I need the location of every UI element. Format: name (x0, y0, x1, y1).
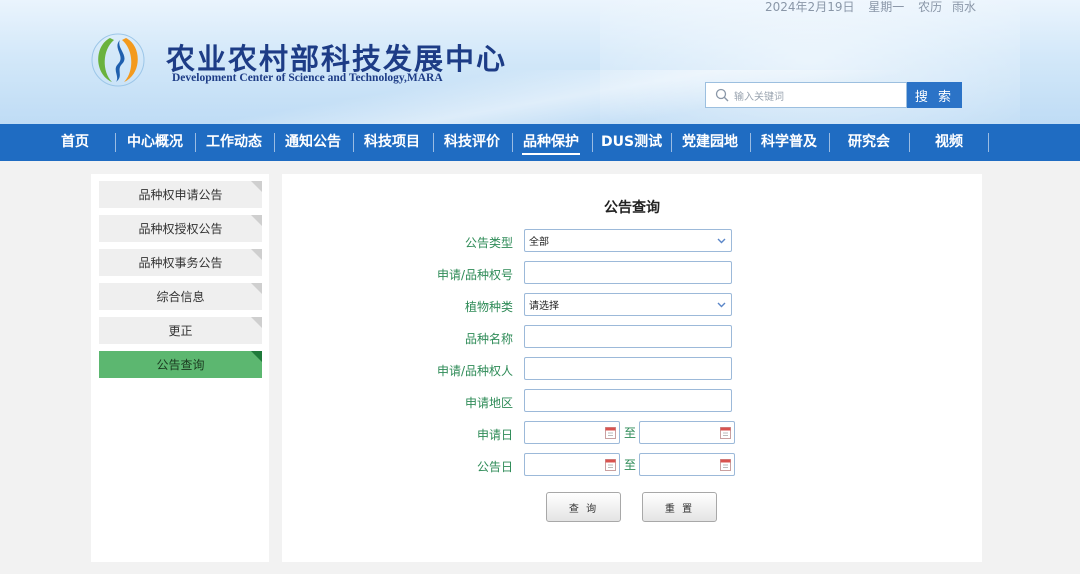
nav-item-evaluation[interactable]: 科技评价 (443, 124, 501, 161)
sidebar-item-affairs-notice[interactable]: 品种权事务公告 (99, 249, 262, 276)
sidebar-item-label: 品种权申请公告 (138, 188, 223, 202)
calendar-icon[interactable] (605, 458, 616, 471)
nav-separator (115, 133, 116, 152)
nav-item-projects[interactable]: 科技项目 (363, 124, 421, 161)
nav-separator (671, 133, 672, 152)
region-label: 申请地区 (464, 396, 513, 410)
nav-item-dus-test[interactable]: DUS测试 (601, 124, 662, 161)
corner-mark (251, 215, 262, 226)
nav-item-variety-protection[interactable]: 品种保护 (522, 124, 580, 161)
nav-separator (195, 133, 196, 152)
query-panel: 公告查询 公告类型 全部 申请/品种权号 植物种类 请选择 品种名称 申请/品种… (282, 174, 982, 562)
nav-item-party-building[interactable]: 党建园地 (681, 124, 739, 161)
sidebar-item-label: 公告查询 (156, 358, 205, 372)
query-button[interactable]: 查 询 (546, 492, 621, 522)
applicant-input[interactable] (524, 357, 732, 380)
applicant-label: 申请/品种权人 (436, 364, 513, 378)
nav-separator (353, 133, 354, 152)
sidebar-item-correction[interactable]: 更正 (99, 317, 262, 344)
nav-item-society[interactable]: 研究会 (840, 124, 898, 161)
sidebar-item-grant-notice[interactable]: 品种权授权公告 (99, 215, 262, 242)
nav-separator (750, 133, 751, 152)
nav-separator (909, 133, 910, 152)
corner-mark (251, 283, 262, 294)
sidebar-item-label: 品种权事务公告 (138, 256, 223, 270)
corner-mark (251, 249, 262, 260)
search-button[interactable]: 搜 索 (907, 82, 962, 108)
sidebar-item-label: 综合信息 (156, 290, 205, 304)
calendar-icon[interactable] (605, 426, 616, 439)
page-title: 公告查询 (604, 200, 660, 216)
notice-type-select[interactable]: 全部 (524, 229, 732, 252)
search-bar: 输入关键词 搜 索 (705, 82, 962, 108)
solar-term-text: 雨水 (951, 0, 976, 14)
nav-separator (433, 133, 434, 152)
publish-date-start[interactable] (524, 453, 620, 476)
site-header: 2024年2月19日 星期一 农历 雨水 农业农村部科技发展中心 Develop… (0, 0, 1080, 124)
chevron-down-icon (717, 238, 726, 244)
sidebar-item-general-info[interactable]: 综合信息 (99, 283, 262, 310)
reset-button[interactable]: 重 置 (642, 492, 717, 522)
nav-item-video[interactable]: 视频 (920, 124, 978, 161)
nav-item-science[interactable]: 科学普及 (760, 124, 818, 161)
apply-date-label: 申请日 (476, 428, 513, 442)
sidebar-item-application-notice[interactable]: 品种权申请公告 (99, 181, 262, 208)
nav-separator (512, 133, 513, 152)
apply-date-start[interactable] (524, 421, 620, 444)
apply-date-end[interactable] (639, 421, 735, 444)
sidebar-item-notice-query[interactable]: 公告查询 (99, 351, 262, 378)
date-text: 2024年2月19日 (765, 0, 855, 14)
notice-type-value: 全部 (529, 237, 549, 248)
range-to-label: 至 (624, 458, 637, 472)
publish-date-label: 公告日 (476, 460, 513, 474)
notice-type-label: 公告类型 (464, 236, 513, 250)
nav-separator (988, 133, 989, 152)
calendar-icon[interactable] (720, 426, 731, 439)
site-logo-icon[interactable] (90, 32, 146, 88)
plant-type-select[interactable]: 请选择 (524, 293, 732, 316)
variety-name-input[interactable] (524, 325, 732, 348)
range-to-label: 至 (624, 426, 637, 440)
nav-item-notices[interactable]: 通知公告 (284, 124, 342, 161)
nav-separator (592, 133, 593, 152)
search-input[interactable]: 输入关键词 (705, 82, 907, 108)
sidebar-item-label: 品种权授权公告 (138, 222, 223, 236)
weekday-text: 星期一 (868, 0, 905, 14)
corner-mark (251, 181, 262, 192)
sidebar-item-label: 更正 (168, 324, 193, 338)
date-line: 2024年2月19日 星期一 农历 雨水 (755, 0, 976, 15)
corner-mark (251, 317, 262, 328)
app-number-label: 申请/品种权号 (436, 268, 513, 282)
region-input[interactable] (524, 389, 732, 412)
nav-separator (829, 133, 830, 152)
search-icon (715, 88, 729, 102)
calendar-icon[interactable] (720, 458, 731, 471)
plant-type-value: 请选择 (529, 301, 559, 312)
nav-separator (274, 133, 275, 152)
nav-item-home[interactable]: 首页 (50, 124, 100, 161)
search-placeholder: 输入关键词 (734, 91, 784, 103)
lunar-text: 农历 (918, 0, 943, 14)
chevron-down-icon (717, 302, 726, 308)
sidebar: 品种权申请公告 品种权授权公告 品种权事务公告 综合信息 更正 公告查询 (91, 174, 269, 562)
plant-type-label: 植物种类 (464, 300, 513, 314)
nav-item-work-news[interactable]: 工作动态 (205, 124, 263, 161)
variety-name-label: 品种名称 (464, 332, 513, 346)
publish-date-end[interactable] (639, 453, 735, 476)
nav-item-about[interactable]: 中心概况 (126, 124, 184, 161)
site-title-en: Development Center of Science and Techno… (172, 72, 443, 84)
app-number-input[interactable] (524, 261, 732, 284)
main-nav: 首页 中心概况 工作动态 通知公告 科技项目 科技评价 品种保护 DUS测试 党… (0, 124, 1080, 161)
corner-mark (251, 351, 262, 362)
